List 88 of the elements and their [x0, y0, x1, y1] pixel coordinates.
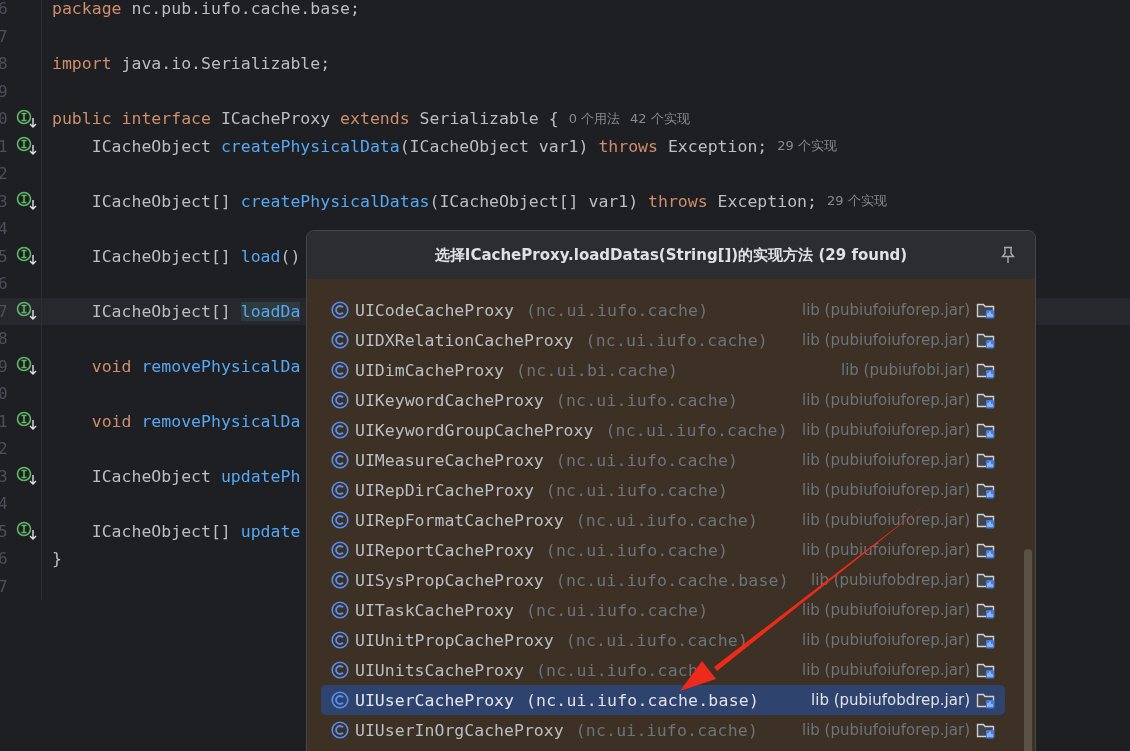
code-keyword: public interface: [52, 109, 211, 129]
code-text: nc.pub.iufo.cache.base;: [130, 0, 360, 19]
class-icon: [331, 601, 349, 619]
class-icon: [331, 391, 349, 409]
popup-title: 选择ICacheProxy.loadDatas(String[])的实现方法 (29 found): [434, 245, 908, 265]
code-text: Exception;: [716, 191, 817, 211]
implementation-item[interactable]: UIKeywordGroupCacheProxy (nc.ui.iufo.cache) lib (pubiufoiuforep.jar): [321, 415, 1005, 445]
code-method: createPhysicalData: [220, 136, 400, 156]
code-text: (ICacheObject var1): [399, 136, 590, 156]
library-folder-icon: [976, 541, 995, 559]
library-folder-icon: [976, 691, 995, 709]
code-text: }: [52, 549, 62, 569]
class-icon: [331, 361, 349, 379]
inlay-hint[interactable]: 0 个用法: [568, 109, 621, 128]
implementation-item[interactable]: UIRepFormatCacheProxy (nc.ui.iufo.cache) lib (pubiufoiuforep.jar): [321, 505, 1005, 535]
inlay-hint[interactable]: 29 个实现: [777, 137, 837, 156]
code-text: ICacheObject[]: [91, 521, 232, 541]
implementation-marker-icon[interactable]: [16, 191, 38, 212]
library-folder-icon: [976, 481, 995, 499]
library-folder-icon: [976, 331, 995, 349]
implementation-item[interactable]: UICodeCacheProxy (nc.ui.iufo.cache) lib (pubiufoiuforep.jar): [321, 295, 1005, 325]
code-keyword: extends: [340, 109, 410, 129]
implementation-marker-icon[interactable]: [16, 356, 38, 377]
implementation-marker-icon[interactable]: [16, 466, 38, 487]
class-icon: [331, 571, 349, 589]
class-icon: [331, 481, 349, 499]
pin-icon[interactable]: [1000, 246, 1016, 264]
code-text: ICacheObject[]: [91, 301, 232, 321]
implementation-item[interactable]: UIUserCacheProxy (nc.ui.iufo.cache.base) lib (pubiufobdrep.jar): [321, 685, 1005, 715]
library-folder-icon: [976, 511, 995, 529]
code-method: update: [240, 521, 301, 541]
library-folder-icon: [976, 631, 995, 649]
inlay-hint[interactable]: 29 个实现: [826, 192, 887, 211]
code-method: loadDa: [240, 301, 301, 321]
code-text: Serializable {: [418, 109, 559, 129]
class-icon: [331, 451, 349, 469]
class-icon: [331, 721, 349, 739]
code-method: load: [240, 246, 281, 266]
library-folder-icon: [976, 721, 995, 739]
inlay-hint[interactable]: 42 个实现: [630, 109, 690, 128]
code-keyword: package: [52, 0, 122, 19]
library-folder-icon: [976, 451, 995, 469]
library-folder-icon: [976, 601, 995, 619]
implementation-item[interactable]: UIDimCacheProxy (nc.ui.bi.cache) lib (pubiufobi.jar): [321, 355, 1005, 385]
code-text: ICacheObject[]: [91, 191, 232, 211]
code-text: (): [280, 246, 301, 266]
code-method: removePhysicalDa: [140, 411, 301, 431]
implementation-item[interactable]: UIKeywordCacheProxy (nc.ui.iufo.cache) lib (pubiufoiuforep.jar): [321, 385, 1005, 415]
code-method: removePhysicalDa: [140, 356, 301, 376]
library-folder-icon: [976, 571, 995, 589]
class-icon: [331, 691, 349, 709]
class-icon: [331, 511, 349, 529]
library-folder-icon: [976, 301, 995, 319]
code-text: java.io.Serializable;: [120, 54, 331, 74]
code-text: Exception;: [666, 136, 768, 156]
class-icon: [331, 421, 349, 439]
code-keyword: throws: [598, 136, 658, 156]
class-icon: [331, 631, 349, 649]
implementation-marker-icon[interactable]: [16, 301, 38, 322]
code-text: (ICacheObject[] var1): [429, 191, 640, 211]
class-icon: [331, 331, 349, 349]
library-folder-icon: [976, 421, 995, 439]
implementation-item[interactable]: UIDXRelationCacheProxy (nc.ui.iufo.cache) lib (pubiufoiuforep.jar): [321, 325, 1005, 355]
class-icon: [331, 661, 349, 679]
class-icon: [331, 301, 349, 319]
library-folder-icon: [976, 361, 995, 379]
code-method: createPhysicalDatas: [240, 191, 430, 211]
code-method: updatePh: [220, 466, 301, 486]
implementation-marker-icon[interactable]: [16, 246, 38, 267]
scrollbar-thumb[interactable]: [1024, 549, 1032, 751]
implementation-marker-icon[interactable]: [16, 108, 38, 129]
code-keyword: import: [52, 54, 112, 74]
code-text: ICacheObject: [91, 136, 212, 156]
implementation-item[interactable]: UIMeasureCacheProxy (nc.ui.iufo.cache) lib (pubiufoiuforep.jar): [321, 445, 1005, 475]
code-keyword: void: [91, 356, 132, 376]
implementation-marker-icon[interactable]: [16, 136, 38, 157]
code-text: ICacheObject: [91, 466, 212, 486]
implementation-marker-icon[interactable]: [16, 411, 38, 432]
library-folder-icon: [976, 661, 995, 679]
library-folder-icon: [976, 391, 995, 409]
code-keyword: void: [91, 411, 132, 431]
implementation-marker-icon[interactable]: [16, 521, 38, 542]
implementation-item[interactable]: UIUserInOrgCacheProxy (nc.ui.iufo.cache) lib (pubiufoiuforep.jar): [321, 715, 1005, 745]
code-keyword: throws: [648, 191, 708, 211]
class-icon: [331, 541, 349, 559]
code-text: ICacheProxy: [219, 109, 332, 129]
code-text: ICacheObject[]: [91, 246, 232, 266]
implementation-item[interactable]: UIRepDirCacheProxy (nc.ui.iufo.cache) lib (pubiufoiuforep.jar): [321, 475, 1005, 505]
